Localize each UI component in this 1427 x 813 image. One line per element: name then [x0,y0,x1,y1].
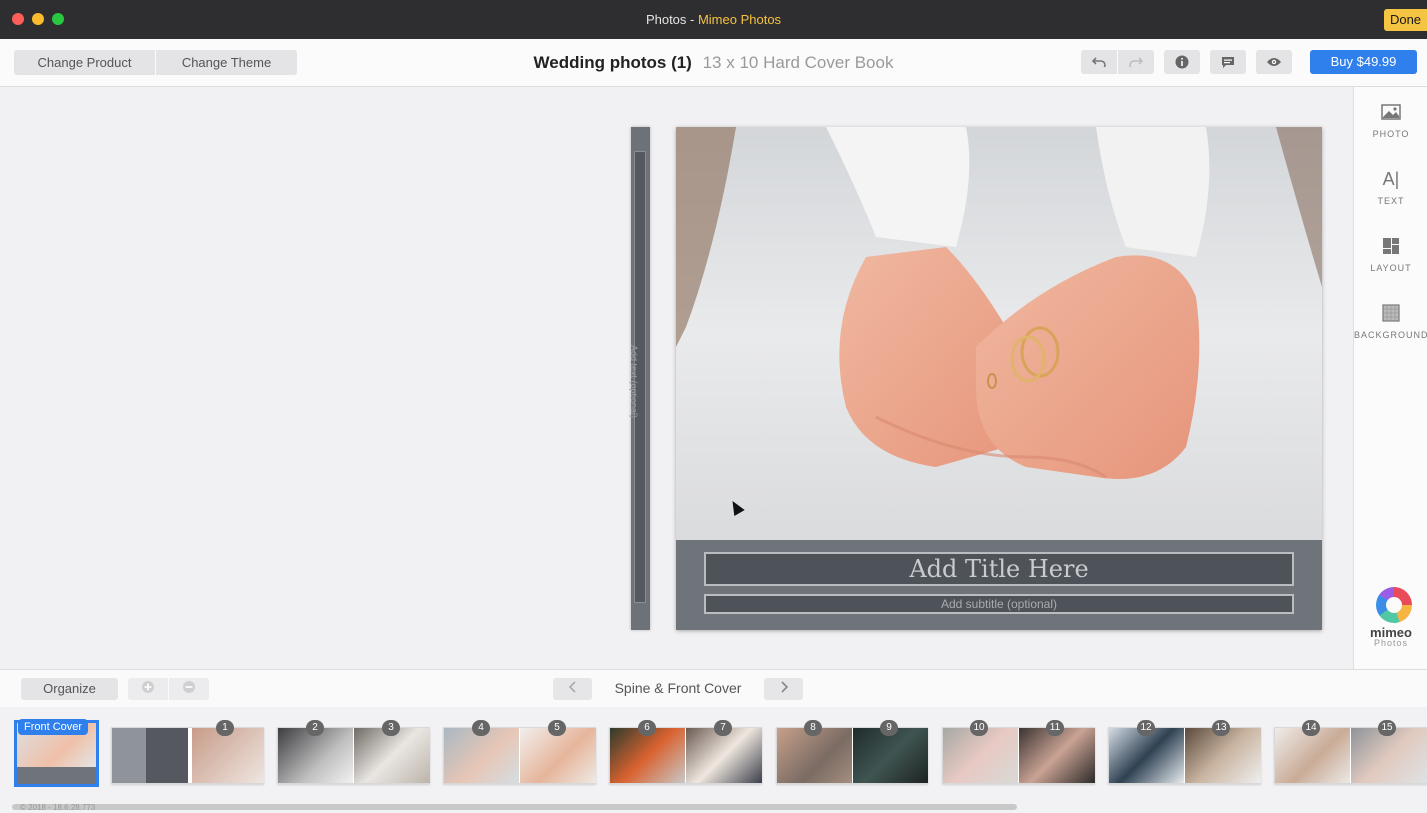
window-title: Photos - Mimeo Photos [0,12,1427,27]
text-tool-label: TEXT [1377,196,1405,206]
filmstrip-scrollbar[interactable] [12,804,1017,810]
page-number-badge: 15 [1378,720,1396,736]
page-navigation-bar: Organize Spine & Front Cover [0,669,1427,707]
front-cover-label: Front Cover [18,719,89,735]
page-number-badge: 4 [472,720,490,736]
document-product: 13 x 10 Hard Cover Book [702,53,894,72]
buy-button[interactable]: Buy $49.99 [1310,50,1417,74]
background-tool[interactable]: BACKGROUND [1354,304,1427,340]
cover-title-band: Add Title Here Add subtitle (optional) [676,540,1322,630]
spread-thumbnail[interactable] [443,727,596,784]
spread-thumbnail[interactable] [111,727,264,784]
logo-sub: Photos [1373,638,1409,648]
page-number-badge: 12 [1137,720,1155,736]
minus-icon [183,681,195,693]
mimeo-logo [1376,587,1412,623]
window-title-app: Mimeo Photos [697,12,782,27]
spread-thumbnail[interactable] [609,727,762,784]
info-icon [1175,55,1189,69]
add-page-button[interactable] [128,678,168,700]
page-number-badge: 10 [970,720,988,736]
page-number-badge: 3 [382,720,400,736]
info-button[interactable] [1164,50,1200,74]
redo-button[interactable] [1118,50,1154,74]
spine-placeholder: Add text (optional) [629,345,639,419]
current-page-label: Spine & Front Cover [614,680,742,696]
page-number-badge: 11 [1046,720,1064,736]
photo-tool[interactable]: PHOTO [1354,103,1427,139]
page-number-badge: 14 [1302,720,1320,736]
chevron-right-icon [780,681,788,693]
spread-thumbnail[interactable] [776,727,928,784]
photo-icon [1381,104,1401,120]
layout-tool[interactable]: LAYOUT [1354,237,1427,273]
spread-thumbnail[interactable] [942,727,1095,784]
cover-title-input[interactable]: Add Title Here [704,552,1294,586]
layout-tool-label: LAYOUT [1370,263,1412,273]
page-number-badge: 8 [804,720,822,736]
redo-icon [1129,57,1143,67]
background-icon [1382,304,1400,322]
page-filmstrip: Front Cover 1 2 3 4 5 6 7 8 9 10 11 12 1… [0,707,1427,813]
background-tool-label: BACKGROUND [1354,330,1427,340]
page-number-badge: 7 [714,720,732,736]
page-number-badge: 6 [638,720,656,736]
spread-thumbnail[interactable] [1108,727,1261,784]
previous-page-button[interactable] [553,678,592,700]
front-cover[interactable]: Add Title Here Add subtitle (optional) [676,127,1322,630]
page-number-badge: 1 [216,720,234,736]
editor-canvas: Add text (optional) Add Title Here Add s… [0,87,1353,669]
document-name: Wedding photos (1) [533,53,692,72]
photo-tool-label: PHOTO [1372,129,1410,139]
page-number-badge: 9 [880,720,898,736]
copyright-text: © 2018 - 18.6.28.773 [20,803,96,812]
cover-photo[interactable] [676,127,1322,540]
spread-thumbnail[interactable] [1274,727,1427,784]
window-titlebar: Photos - Mimeo Photos Done [0,0,1427,39]
next-page-button[interactable] [764,678,803,700]
text-tool[interactable]: A| TEXT [1354,170,1427,206]
remove-page-button[interactable] [169,678,209,700]
page-number-badge: 5 [548,720,566,736]
window-title-prefix: Photos - [645,12,698,27]
done-button[interactable]: Done [1384,9,1427,31]
organize-button[interactable]: Organize [21,678,118,700]
eye-icon [1267,58,1281,66]
comment-button[interactable] [1210,50,1246,74]
toolbar: Change Product Change Theme Wedding phot… [0,39,1427,87]
comment-icon [1222,56,1234,68]
text-icon: A| [1382,169,1400,189]
cover-subtitle-input[interactable]: Add subtitle (optional) [704,594,1294,614]
layout-icon [1383,238,1399,254]
tools-panel: PHOTO A| TEXT LAYOUT BACKGROUND mimeo Ph… [1353,87,1427,669]
plus-icon [142,681,154,693]
preview-button[interactable] [1256,50,1292,74]
page-number-badge: 2 [306,720,324,736]
spread-thumbnail[interactable] [277,727,430,784]
chevron-left-icon [568,681,576,693]
undo-icon [1092,57,1106,67]
page-number-badge: 13 [1212,720,1230,736]
undo-button[interactable] [1081,50,1117,74]
